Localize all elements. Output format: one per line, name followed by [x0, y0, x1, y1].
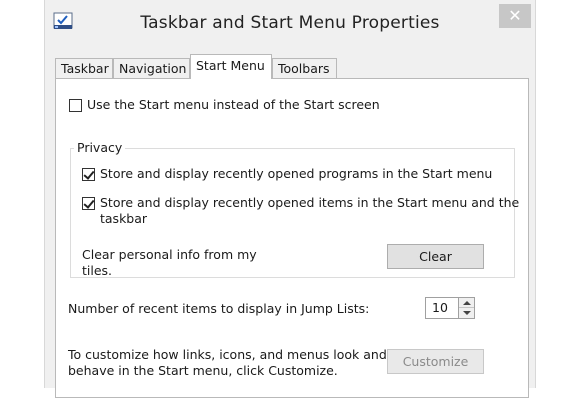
clear-info-label-line1: Clear personal info from my [82, 247, 257, 262]
store-items-label-line2[interactable]: taskbar [100, 211, 147, 226]
window-title: Taskbar and Start Menu Properties [140, 13, 440, 33]
title-bar[interactable]: Taskbar and Start Menu Properties ✕ [45, 0, 535, 46]
store-items-label-line1[interactable]: Store and display recently opened items … [100, 195, 519, 210]
jump-lists-label: Number of recent items to display in Jum… [68, 301, 370, 316]
checkmark-icon [83, 197, 95, 209]
spin-down-button[interactable] [459, 308, 474, 318]
use-start-menu-checkbox[interactable] [69, 99, 82, 112]
close-button[interactable]: ✕ [499, 4, 531, 28]
clear-info-label-line2: tiles. [82, 263, 113, 278]
jump-lists-count-input[interactable]: 10 [425, 297, 459, 319]
clear-button[interactable]: Clear [387, 244, 484, 269]
store-items-checkbox[interactable] [82, 197, 95, 210]
jump-lists-count-value[interactable]: 10 [432, 300, 448, 315]
store-programs-checkbox[interactable] [82, 168, 95, 181]
checkmark-icon [83, 168, 95, 180]
tab-start-menu[interactable]: Start Menu [190, 54, 272, 79]
spin-up-button[interactable] [459, 298, 474, 308]
arrow-down-icon [463, 311, 471, 315]
properties-dialog: Taskbar and Start Menu Properties ✕ Task… [44, 0, 536, 398]
tab-taskbar[interactable]: Taskbar [55, 58, 113, 78]
use-start-menu-label[interactable]: Use the Start menu instead of the Start … [87, 97, 380, 112]
close-icon[interactable]: ✕ [508, 6, 521, 25]
arrow-up-icon [463, 301, 471, 305]
jump-lists-spinner[interactable] [459, 297, 475, 319]
tab-toolbars[interactable]: Toolbars [272, 58, 337, 78]
tab-navigation[interactable]: Navigation [113, 58, 190, 78]
store-programs-label[interactable]: Store and display recently opened progra… [100, 166, 492, 181]
customize-label-line1: To customize how links, icons, and menus… [68, 347, 387, 362]
start-menu-panel: Use the Start menu instead of the Start … [55, 78, 529, 398]
customize-label-line2: behave in the Start menu, click Customiz… [68, 363, 338, 378]
customize-button[interactable]: Customize [387, 349, 484, 374]
privacy-group-title: Privacy [74, 140, 126, 155]
